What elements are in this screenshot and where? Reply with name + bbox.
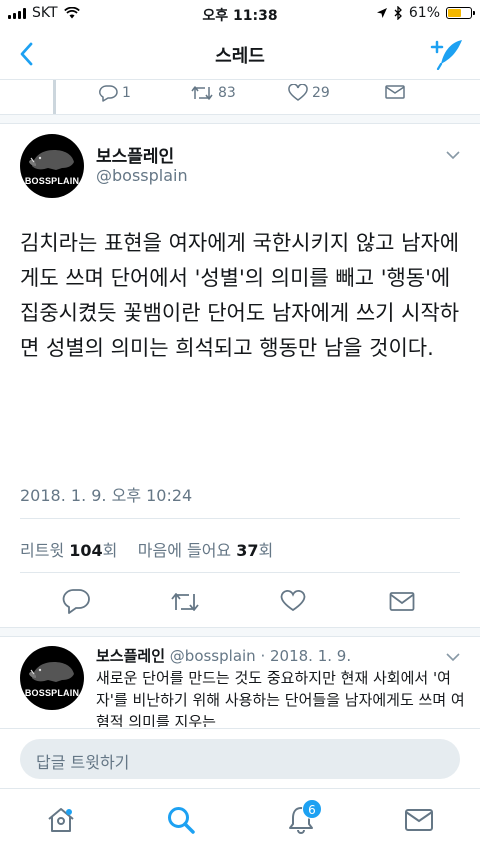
tweet-timestamp: 2018. 1. 9. 오후 10:24 bbox=[20, 486, 193, 505]
tweet-stats: 리트윗 104회 마음에 들어요 37회 bbox=[20, 537, 273, 561]
envelope-icon bbox=[385, 85, 405, 99]
reply-bar: 답글 트윗하기 bbox=[0, 728, 480, 788]
reply-button[interactable]: 1 bbox=[98, 84, 131, 102]
author-handle[interactable]: @bossplain bbox=[96, 166, 188, 185]
retweet-unit: 회 bbox=[102, 541, 118, 560]
reply-author-name: 보스플레인 bbox=[96, 647, 166, 665]
status-bar: SKT 오후 11:38 61% bbox=[0, 0, 480, 28]
avatar[interactable]: BOSSPLAIN bbox=[20, 134, 84, 198]
chevron-down-icon[interactable] bbox=[446, 150, 460, 160]
divider bbox=[20, 572, 460, 573]
chevron-down-icon[interactable] bbox=[446, 652, 460, 662]
like-button[interactable]: 29 bbox=[288, 84, 330, 102]
boar-logo-icon bbox=[29, 662, 74, 682]
bluetooth-icon bbox=[394, 6, 402, 20]
retweet-button[interactable]: 83 bbox=[190, 84, 236, 102]
notifications-tab[interactable]: 6 bbox=[286, 799, 322, 835]
retweet-total: 104 bbox=[69, 541, 103, 560]
notification-badge: 6 bbox=[302, 799, 322, 819]
heart-icon[interactable] bbox=[280, 589, 306, 613]
divider bbox=[20, 518, 460, 519]
nav-bar: 스레드 bbox=[0, 28, 480, 80]
retweet-label: 리트윗 bbox=[20, 541, 65, 560]
dm-share-button[interactable] bbox=[385, 84, 405, 100]
tab-bar: 6 bbox=[0, 788, 480, 854]
likes-stat[interactable]: 마음에 들어요 37회 bbox=[138, 541, 274, 560]
like-label: 마음에 들어요 bbox=[137, 541, 232, 560]
reply-icon bbox=[99, 85, 118, 102]
reply-count: 1 bbox=[122, 85, 131, 101]
reply-handle-date: @bossplain · 2018. 1. 9. bbox=[169, 647, 352, 665]
retweet-count: 83 bbox=[218, 85, 236, 101]
status-right: 61% bbox=[376, 5, 475, 21]
heart-icon bbox=[288, 84, 308, 101]
reply-author-line[interactable]: 보스플레인 @bossplain · 2018. 1. 9. bbox=[96, 645, 351, 666]
reply-avatar[interactable]: BOSSPLAIN bbox=[20, 646, 84, 710]
like-total: 37 bbox=[236, 541, 259, 560]
reply-tweet-text: 새로운 단어를 만드는 것도 중요하지만 현재 사회에서 '여자'를 비난하기 … bbox=[96, 669, 465, 727]
compose-tweet-icon[interactable] bbox=[430, 38, 464, 70]
home-icon[interactable] bbox=[46, 805, 76, 835]
main-tweet-actions bbox=[0, 586, 480, 618]
messages-icon[interactable] bbox=[404, 805, 434, 835]
section-divider bbox=[0, 627, 480, 637]
previous-tweet-actions: 1 83 29 bbox=[0, 84, 480, 108]
location-icon bbox=[376, 8, 387, 18]
page-title: 스레드 bbox=[215, 46, 265, 67]
reply-input[interactable]: 답글 트윗하기 bbox=[20, 739, 460, 779]
like-count: 29 bbox=[312, 85, 330, 101]
battery-percent: 61% bbox=[408, 5, 440, 21]
battery-icon bbox=[446, 7, 475, 19]
tweet-text: 김치라는 표현을 여자에게 국한시키지 않고 남자에게도 쓰며 단어에서 '성별… bbox=[20, 231, 460, 360]
retweets-stat[interactable]: 리트윗 104회 bbox=[20, 541, 117, 560]
section-divider bbox=[0, 114, 480, 124]
search-icon[interactable] bbox=[166, 805, 196, 835]
like-unit: 회 bbox=[258, 541, 274, 560]
retweet-icon bbox=[191, 86, 213, 100]
envelope-icon[interactable] bbox=[389, 591, 415, 613]
boar-logo-icon bbox=[29, 150, 74, 170]
retweet-icon[interactable] bbox=[170, 590, 200, 614]
avatar-brand-text: BOSSPLAIN bbox=[24, 688, 80, 698]
avatar-brand-text: BOSSPLAIN bbox=[24, 176, 80, 186]
reply-icon[interactable] bbox=[62, 588, 90, 614]
author-name[interactable]: 보스플레인 bbox=[96, 142, 174, 167]
